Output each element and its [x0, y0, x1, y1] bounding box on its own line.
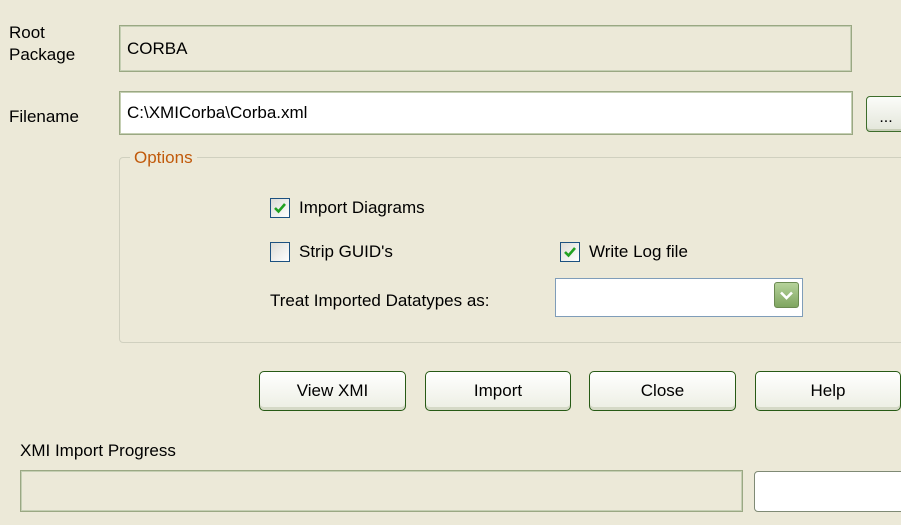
write-log-file-label: Write Log file [589, 242, 688, 261]
write-log-file-checkbox[interactable] [560, 242, 580, 262]
import-progress-bar [20, 470, 743, 512]
browse-button[interactable]: ... [866, 96, 901, 132]
view-xmi-button[interactable]: View XMI [259, 371, 406, 411]
dropdown-button[interactable] [774, 282, 799, 308]
root-package-field: CORBA [119, 25, 852, 72]
import-button[interactable]: Import [425, 371, 571, 411]
filename-label: Filename [9, 107, 79, 126]
strip-guids-checkbox[interactable] [270, 242, 290, 262]
help-button[interactable]: Help [755, 371, 901, 411]
chevron-down-icon [780, 291, 793, 300]
filename-input[interactable]: C:\XMICorba\Corba.xml [119, 91, 853, 135]
progress-label: XMI Import Progress [20, 441, 176, 460]
strip-guids-label: Strip GUID's [299, 242, 393, 261]
close-button[interactable]: Close [589, 371, 736, 411]
checkmark-icon [274, 203, 286, 214]
options-legend: Options [130, 148, 197, 168]
progress-status-box [754, 471, 901, 512]
root-package-label: Root Package [9, 23, 76, 64]
import-diagrams-label: Import Diagrams [299, 198, 425, 217]
treat-datatypes-select[interactable] [555, 278, 803, 317]
checkmark-icon [564, 247, 576, 258]
treat-datatypes-label: Treat Imported Datatypes as: [270, 291, 490, 310]
import-diagrams-checkbox[interactable] [270, 198, 290, 218]
